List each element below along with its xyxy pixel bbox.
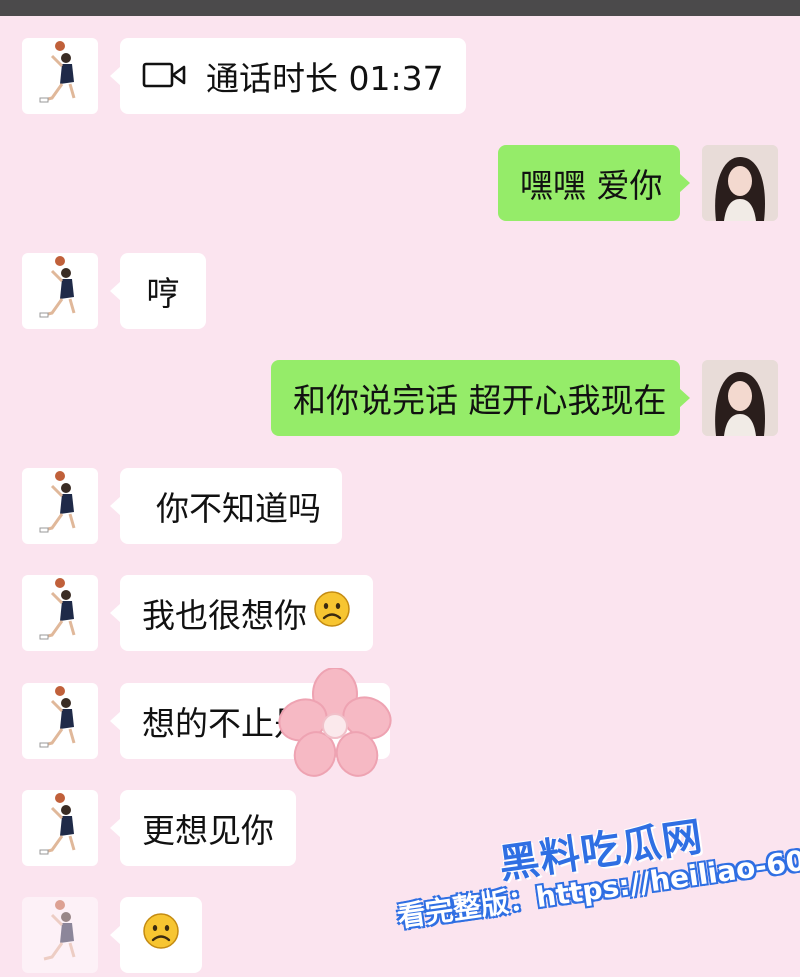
message-bubble-incoming[interactable]: 哼 — [110, 253, 206, 329]
woman-portrait-avatar-icon — [702, 145, 778, 221]
basketball-player-avatar-icon — [39, 471, 76, 533]
message-text: 嘿嘿 爱你 — [520, 166, 663, 205]
basketball-player-avatar-icon — [39, 256, 76, 318]
message-text: 更想见你 — [142, 811, 274, 850]
avatar-contact[interactable] — [22, 468, 98, 544]
message-text: 通话时长 01:37 — [206, 59, 444, 98]
basketball-player-avatar-icon — [39, 41, 76, 103]
basketball-player-avatar-icon — [39, 793, 76, 855]
message-row: 和你说完话 超开心我现在 — [0, 360, 800, 440]
avatar-contact[interactable] — [22, 575, 98, 651]
woman-portrait-avatar-icon — [702, 360, 778, 436]
flower-sticker-icon — [275, 667, 395, 782]
avatar-self[interactable] — [702, 145, 778, 221]
message-text: 哼 — [146, 274, 180, 313]
basketball-player-avatar-icon — [43, 900, 76, 961]
message-text: 我也很想你 — [142, 596, 307, 635]
message-row: 哼 — [0, 253, 800, 333]
basketball-player-avatar-icon — [39, 686, 76, 748]
avatar-contact[interactable] — [22, 790, 98, 866]
message-row: 我也很想你 — [0, 575, 800, 655]
message-bubble-incoming[interactable]: 更想见你 — [110, 790, 296, 866]
message-row: 通话时长 01:37 — [0, 38, 800, 118]
message-row: 想的不止是 — [0, 683, 800, 763]
frowning-face-emoji — [313, 590, 351, 636]
avatar-self[interactable] — [702, 360, 778, 436]
basketball-player-avatar-icon — [39, 578, 76, 640]
status-bar — [0, 0, 800, 16]
message-bubble-incoming[interactable]: 通话时长 01:37 — [110, 38, 466, 114]
message-row: 你不知道吗 — [0, 468, 800, 548]
frowning-face-emoji — [142, 912, 180, 958]
message-row: 嘿嘿 爱你 — [0, 145, 800, 225]
message-bubble-incoming[interactable]: 我也很想你 — [110, 575, 373, 651]
avatar-contact[interactable] — [22, 253, 98, 329]
message-text: 和你说完话 超开心我现在 — [293, 381, 667, 420]
message-bubble-outgoing[interactable]: 嘿嘿 爱你 — [498, 145, 690, 221]
message-bubble-incoming[interactable] — [110, 897, 202, 973]
message-bubble-incoming[interactable]: 你不知道吗 — [110, 468, 342, 544]
avatar-contact[interactable] — [22, 38, 98, 114]
video-call-icon — [142, 57, 186, 96]
avatar-contact[interactable] — [22, 897, 98, 973]
message-bubble-outgoing[interactable]: 和你说完话 超开心我现在 — [271, 360, 690, 436]
avatar-contact[interactable] — [22, 683, 98, 759]
message-text: 你不知道吗 — [156, 489, 321, 528]
